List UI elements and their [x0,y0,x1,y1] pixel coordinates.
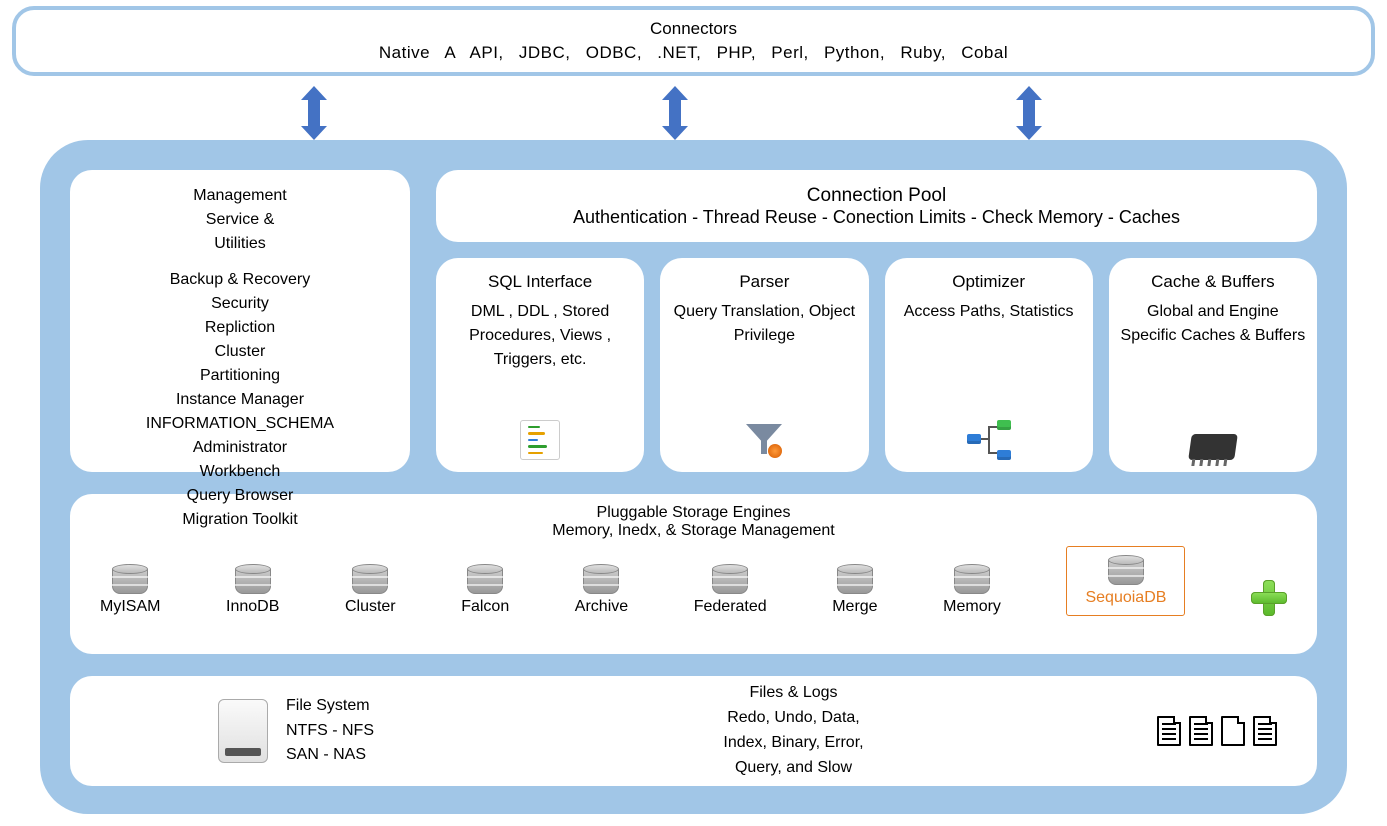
engine-item: Cluster [345,564,396,616]
database-icon [712,564,748,594]
list-item: Partitioning [80,364,400,388]
list-item: Instance Manager [80,388,400,412]
engine-item: Archive [575,564,628,616]
database-icon [112,564,148,594]
arrow-bidirectional-icon [1020,86,1038,140]
arrow-bidirectional-icon [666,86,684,140]
connection-pool-line: Authentication - Thread Reuse - Conectio… [573,207,1180,228]
connectors-title: Connectors [650,19,737,39]
management-card: Management Service & Utilities Backup & … [70,170,410,472]
engine-item: Falcon [461,564,509,616]
database-icon [467,564,503,594]
filesystem-block: File System NTFS - NFS SAN - NAS [90,694,450,768]
arrow-bidirectional-icon [305,86,323,140]
connectors-list: Native A API, JDBC, ODBC, .NET, PHP, Per… [379,43,1008,63]
list-item: Security [80,292,400,316]
code-lines-icon [520,420,560,460]
document-icon [1221,716,1245,746]
list-item: Migration Toolkit [80,508,400,532]
database-icon [954,564,990,594]
management-heading: Management Service & Utilities [80,184,400,256]
engine-item: Federated [694,564,767,616]
engine-item: InnoDB [226,564,279,616]
add-engine [1251,580,1287,616]
architecture-main-panel: Management Service & Utilities Backup & … [40,140,1347,814]
database-icon [235,564,271,594]
files-logs-block: Files & Logs Redo, Undo, Data, Index, Bi… [450,681,1137,780]
storage-layer-card: File System NTFS - NFS SAN - NAS Files &… [70,676,1317,786]
engine-item: Merge [832,564,877,616]
document-icon [1157,716,1181,746]
database-icon [352,564,388,594]
engine-item: MyISAM [100,564,160,616]
list-item: Backup & Recovery [80,268,400,292]
database-icon [1108,555,1144,585]
list-item: Administrator [80,436,400,460]
optimizer-card: Optimizer Access Paths, Statistics [885,258,1093,472]
document-icon [1253,716,1277,746]
list-item: Repliction [80,316,400,340]
engine-item: Memory [943,564,1001,616]
connection-pool-title: Connection Pool [807,185,946,207]
connectors-box: Connectors Native A API, JDBC, ODBC, .NE… [12,6,1375,76]
files-icons [1137,716,1297,746]
list-item: Query Browser [80,484,400,508]
list-item: INFORMATION_SCHEMA [80,412,400,436]
connection-pool-card: Connection Pool Authentication - Thread … [436,170,1317,242]
cache-buffers-card: Cache & Buffers Global and Engine Specif… [1109,258,1317,472]
parser-card: Parser Query Translation, Object Privile… [660,258,868,472]
engine-highlight: SequoiaDB [1066,546,1185,616]
database-icon [837,564,873,594]
disk-icon [218,699,268,763]
chip-icon [1188,434,1238,460]
list-item: Cluster [80,340,400,364]
list-item: Workbench [80,460,400,484]
plus-icon [1251,580,1287,616]
document-icon [1189,716,1213,746]
funnel-icon [744,420,784,460]
flowchart-icon [967,420,1011,460]
sql-interface-card: SQL Interface DML , DDL , Stored Procedu… [436,258,644,472]
database-icon [583,564,619,594]
